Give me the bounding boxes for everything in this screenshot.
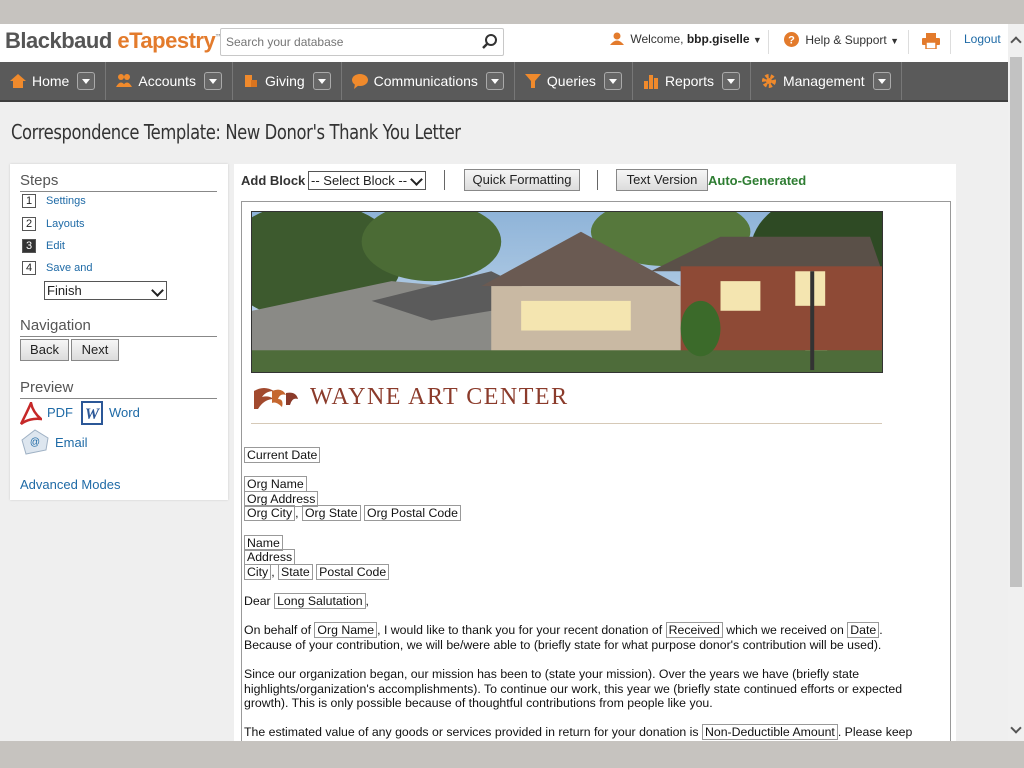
merge-field[interactable]: Date xyxy=(847,622,880,639)
wayne-art-center-logo-icon xyxy=(254,387,298,409)
navigation-heading: Navigation xyxy=(20,317,91,334)
print-icon[interactable] xyxy=(922,33,940,49)
scrollbar-thumb[interactable] xyxy=(1010,57,1022,587)
email-icon[interactable]: @ xyxy=(20,428,50,456)
steps-heading: Steps xyxy=(20,172,59,189)
merge-field[interactable]: Org Address xyxy=(244,490,319,507)
chevron-down-icon: ▼ xyxy=(752,35,762,45)
nav-home-dropdown[interactable] xyxy=(77,72,96,90)
step-layouts[interactable]: 2 Layouts xyxy=(22,217,85,231)
nav-communications[interactable]: Communications xyxy=(342,62,515,100)
auto-generated-label: Auto-Generated xyxy=(708,173,807,188)
editor-panel: Add Block -- Select Block -- Quick Forma… xyxy=(234,164,956,741)
home-icon xyxy=(10,74,26,88)
search-icon[interactable] xyxy=(481,33,499,51)
step-edit[interactable]: 3 Edit xyxy=(22,239,65,253)
merge-field[interactable]: Current Date xyxy=(244,447,321,463)
add-block-label: Add Block xyxy=(241,173,306,188)
word-icon[interactable]: W xyxy=(81,401,103,425)
chevron-down-icon: ▼ xyxy=(890,36,899,46)
select-block-dropdown[interactable]: -- Select Block -- xyxy=(308,171,426,190)
merge-field[interactable]: City xyxy=(244,563,272,580)
preview-email-link[interactable]: Email xyxy=(55,435,88,450)
building-photo xyxy=(251,211,883,373)
svg-text:?: ? xyxy=(788,35,795,47)
merge-field[interactable]: Org Name xyxy=(244,476,307,493)
nav-communications-dropdown[interactable] xyxy=(485,72,504,90)
user-icon xyxy=(610,32,624,45)
merge-field[interactable]: Org City xyxy=(244,505,296,522)
top-bar: Blackbaud eTapestry™ Welcome, bbp.gisell… xyxy=(0,24,1008,62)
merge-field[interactable]: Name xyxy=(244,534,283,551)
accounts-icon xyxy=(116,74,133,87)
advanced-modes-link[interactable]: Advanced Modes xyxy=(20,477,120,492)
pdf-icon[interactable] xyxy=(20,402,42,426)
quick-formatting-button[interactable]: Quick Formatting xyxy=(464,169,580,191)
logout-link[interactable]: Logout xyxy=(964,32,1001,46)
merge-field[interactable]: Org State xyxy=(301,505,361,522)
back-button[interactable]: Back xyxy=(20,339,69,361)
merge-field[interactable]: Received xyxy=(665,622,723,639)
merge-field[interactable]: Non-Deductible Amount xyxy=(701,724,838,741)
nav-accounts[interactable]: Accounts xyxy=(106,62,233,100)
search-box xyxy=(220,28,504,56)
communications-icon xyxy=(351,74,368,89)
text-version-button[interactable]: Text Version xyxy=(616,169,708,191)
app-frame: Blackbaud eTapestry™ Welcome, bbp.gisell… xyxy=(0,24,1024,741)
step-settings[interactable]: 1 Settings xyxy=(22,194,86,208)
queries-icon xyxy=(524,74,541,88)
preview-heading: Preview xyxy=(20,379,74,396)
divider xyxy=(444,170,445,190)
main-nav: Home Accounts Giving Communications Quer… xyxy=(0,62,1008,102)
preview-word-link[interactable]: Word xyxy=(109,405,140,420)
merge-field[interactable]: State xyxy=(278,563,313,580)
merge-field[interactable]: Long Salutation xyxy=(274,592,366,609)
letter-document[interactable]: WAYNE ART CENTER Current Date Org Name O… xyxy=(241,201,951,741)
wizard-sidebar: Steps 1 Settings 2 Layouts 3 Edit 4 Save… xyxy=(10,164,228,500)
nav-management-dropdown[interactable] xyxy=(872,72,891,90)
nav-home[interactable]: Home xyxy=(0,62,107,100)
merge-field[interactable]: Org Postal Code xyxy=(364,505,461,522)
svg-text:W: W xyxy=(85,406,101,423)
help-icon: ? xyxy=(784,32,799,47)
svg-text:@: @ xyxy=(30,437,40,448)
nav-giving-dropdown[interactable] xyxy=(312,72,331,90)
merge-field[interactable]: Org Name xyxy=(314,622,378,639)
search-input[interactable] xyxy=(221,29,471,55)
page-title: Correspondence Template: New Donor's Tha… xyxy=(11,120,461,144)
user-menu[interactable]: Welcome, bbp.giselle ▼ xyxy=(610,32,762,46)
reports-icon xyxy=(643,75,658,89)
scroll-down-icon[interactable] xyxy=(1010,722,1022,734)
divider xyxy=(908,30,909,54)
nav-reports[interactable]: Reports xyxy=(633,62,751,100)
finish-select[interactable]: Finish xyxy=(44,281,167,300)
letter-body[interactable]: Current Date Org Name Org Address Org Ci… xyxy=(244,447,944,741)
org-logo: WAYNE ART CENTER xyxy=(252,384,569,411)
page-scrollbar[interactable] xyxy=(1008,24,1024,741)
nav-accounts-dropdown[interactable] xyxy=(203,72,222,90)
divider xyxy=(597,170,598,190)
help-support-menu[interactable]: ? Help & Support ▼ xyxy=(784,32,899,47)
nav-management[interactable]: Management xyxy=(751,62,902,100)
nav-queries[interactable]: Queries xyxy=(515,62,633,100)
nav-queries-dropdown[interactable] xyxy=(603,72,622,90)
divider xyxy=(768,30,769,54)
step-save-and[interactable]: 4 Save and xyxy=(22,261,92,275)
divider xyxy=(20,398,217,399)
scroll-up-icon[interactable] xyxy=(1010,36,1022,48)
divider xyxy=(20,336,217,337)
management-icon xyxy=(761,74,776,88)
divider xyxy=(950,30,951,54)
preview-pdf-link[interactable]: PDF xyxy=(47,405,73,420)
next-button[interactable]: Next xyxy=(71,339,119,361)
nav-giving[interactable]: Giving xyxy=(233,62,342,100)
divider xyxy=(251,423,882,424)
divider xyxy=(20,191,217,192)
app-logo[interactable]: Blackbaud eTapestry™ xyxy=(5,28,223,54)
merge-field[interactable]: Address xyxy=(244,549,296,566)
nav-reports-dropdown[interactable] xyxy=(721,72,740,90)
merge-field[interactable]: Postal Code xyxy=(316,563,390,580)
giving-icon xyxy=(244,75,257,87)
